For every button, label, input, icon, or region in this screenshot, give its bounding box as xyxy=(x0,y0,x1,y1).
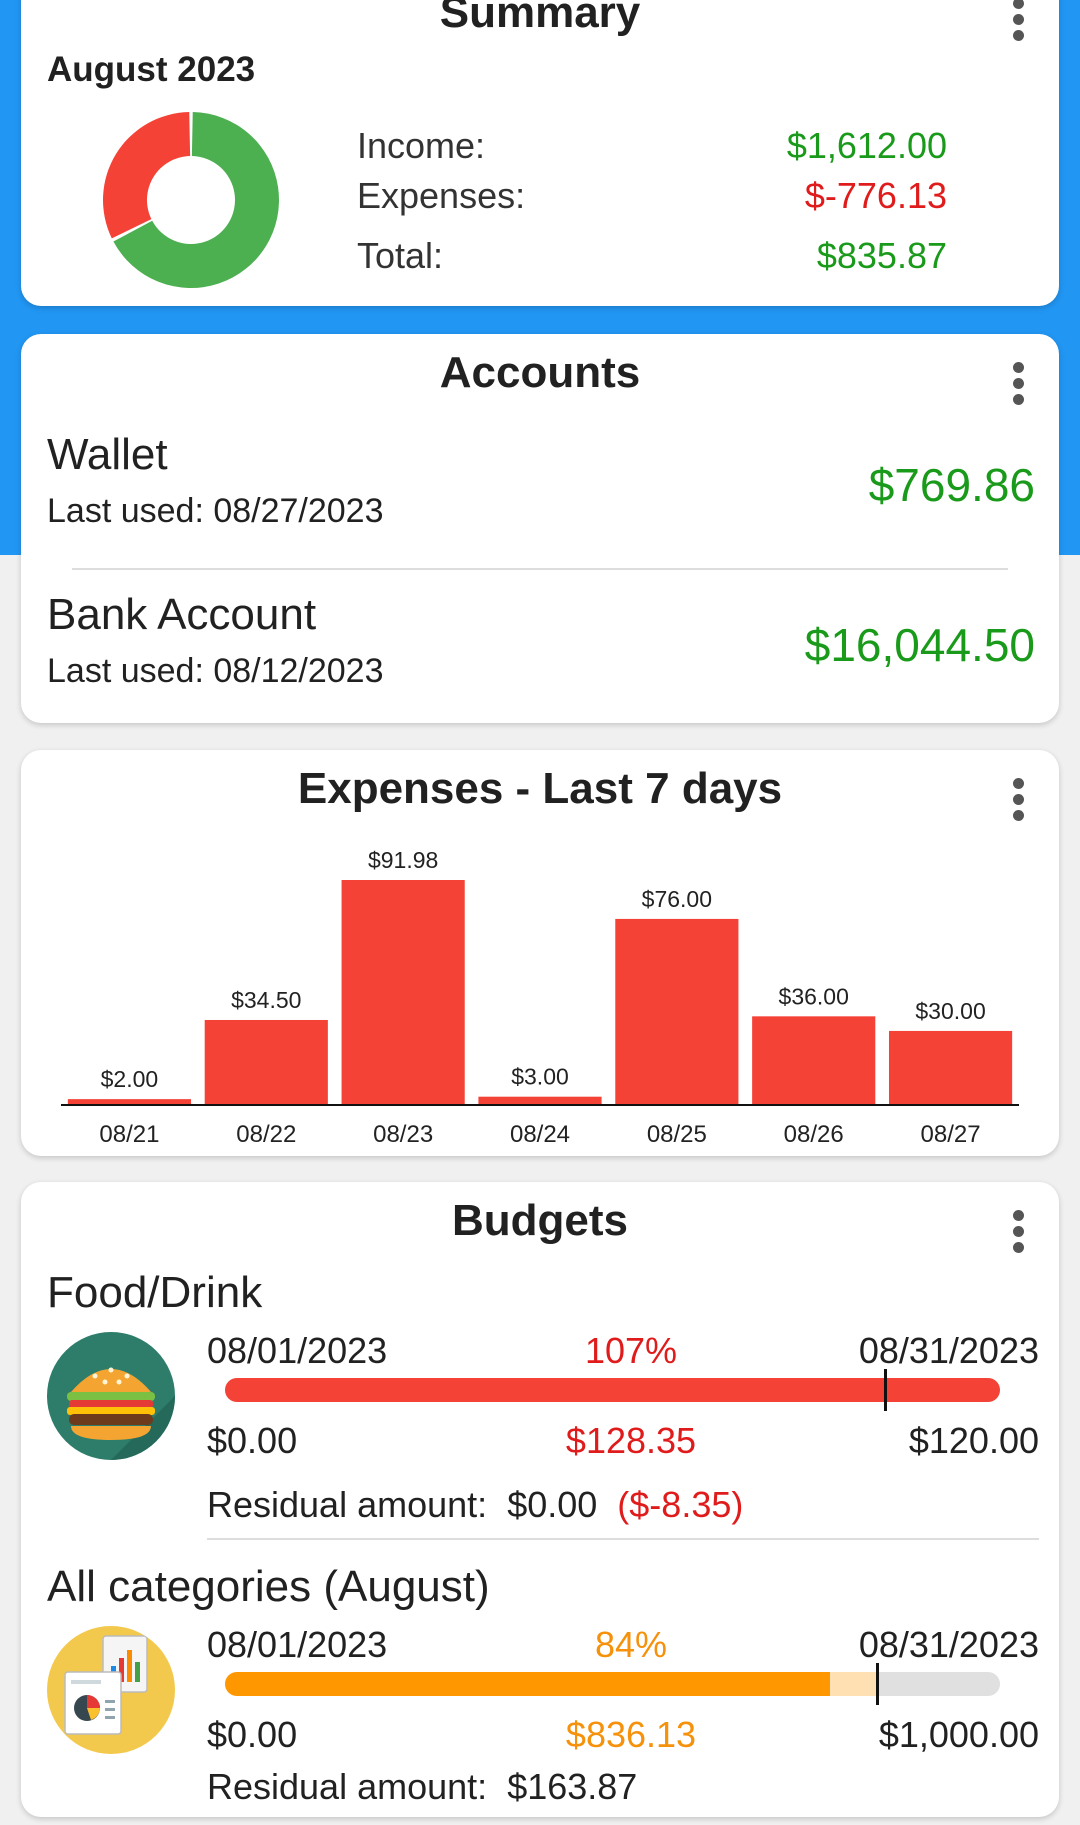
total-label: Total: xyxy=(357,235,444,276)
budget-spent: $836.13 xyxy=(565,1714,697,1755)
report-icon xyxy=(47,1626,175,1754)
summary-donut-chart xyxy=(102,112,279,288)
expenses-card[interactable]: Expenses - Last 7 days $2.00 08/21 $34.50 0… xyxy=(21,750,1059,1156)
bar-08/23 xyxy=(341,880,465,1104)
budget-residual: Residual amount: $163.87 xyxy=(207,1766,637,1808)
budget-divider xyxy=(207,1538,1039,1540)
budget-min: $0.00 xyxy=(207,1420,298,1461)
budget-start-date: 08/01/2023 xyxy=(207,1330,388,1371)
bar-value-label: $91.98 xyxy=(368,847,438,873)
bar-value-label: $2.00 xyxy=(101,1066,159,1092)
x-tick-label: 08/26 xyxy=(784,1121,844,1148)
bar-08/21 xyxy=(67,1099,192,1104)
bar-value-label: $30.00 xyxy=(915,998,985,1024)
bar-value-label: $3.00 xyxy=(511,1064,569,1090)
account-last-used: Last used: 08/27/2023 xyxy=(47,492,384,530)
x-tick-label: 08/22 xyxy=(236,1121,296,1148)
budgets-card: Budgets Food/Drink 08/01/2023 107% 08/31… xyxy=(21,1182,1059,1817)
account-name: Wallet xyxy=(47,430,168,479)
budget-name: All categories (August) xyxy=(47,1562,490,1611)
budget-percent: 107% xyxy=(584,1330,678,1371)
account-divider xyxy=(72,568,1008,570)
bar-08/24 xyxy=(478,1096,602,1104)
bar-08/25 xyxy=(615,918,739,1104)
accounts-menu-icon[interactable] xyxy=(1003,358,1033,408)
bar-08/26 xyxy=(752,1016,876,1104)
budget-today-marker xyxy=(876,1663,879,1705)
budget-max: $1,000.00 xyxy=(878,1714,1039,1755)
summary-menu-icon[interactable] xyxy=(1003,0,1033,44)
budget-start-date: 08/01/2023 xyxy=(207,1624,388,1665)
budget-limit-marker xyxy=(883,1369,887,1411)
account-name: Bank Account xyxy=(47,590,317,639)
budget-progress-bar xyxy=(225,1672,1000,1696)
budget-progress-fill xyxy=(225,1672,830,1696)
account-balance: $769.86 xyxy=(868,459,1035,511)
income-label: Income: xyxy=(357,125,486,166)
x-tick-label: 08/27 xyxy=(921,1121,981,1148)
donut-slice-expenses xyxy=(102,112,191,239)
bar-value-label: $76.00 xyxy=(642,886,712,912)
burger-icon xyxy=(47,1332,175,1460)
expenses-value: $-776.13 xyxy=(804,175,947,216)
residual-label: Residual amount: xyxy=(207,1484,488,1525)
expenses-label: Expenses: xyxy=(357,175,526,216)
bar-value-label: $34.50 xyxy=(231,987,301,1013)
residual-overspend: ($-8.35) xyxy=(617,1484,744,1525)
residual-value: $163.87 xyxy=(507,1766,638,1807)
accounts-title: Accounts xyxy=(439,348,641,397)
bar-08/22 xyxy=(204,1019,328,1104)
income-value: $1,612.00 xyxy=(786,125,947,166)
budget-percent: 84% xyxy=(594,1624,668,1665)
budget-max: $120.00 xyxy=(908,1420,1039,1461)
residual-label: Residual amount: xyxy=(207,1766,488,1807)
budget-end-date: 08/31/2023 xyxy=(858,1330,1039,1371)
summary-title: Summary xyxy=(439,0,641,37)
bar-08/27 xyxy=(888,1030,1013,1104)
bar-value-label: $36.00 xyxy=(779,983,849,1009)
expenses-bar-chart: $2.00 08/21 $34.50 08/22 $91.98 08/23 $3.00 08/… xyxy=(61,847,1019,1148)
x-tick-label: 08/25 xyxy=(647,1121,707,1148)
x-tick-label: 08/24 xyxy=(510,1121,570,1148)
account-last-used: Last used: 08/12/2023 xyxy=(47,652,384,690)
budgets-title: Budgets xyxy=(452,1196,628,1245)
budget-name: Food/Drink xyxy=(47,1268,263,1317)
budget-end-date: 08/31/2023 xyxy=(858,1624,1039,1665)
budgets-menu-icon[interactable] xyxy=(1003,1206,1033,1256)
x-tick-label: 08/23 xyxy=(373,1121,433,1148)
budget-residual: Residual amount: $0.00 ($-8.35) xyxy=(207,1484,743,1526)
accounts-card: Accounts Wallet Last used: 08/27/2023 $7… xyxy=(21,334,1059,723)
budget-spent: $128.35 xyxy=(565,1420,697,1461)
summary-card[interactable]: Summary August 2023 Income: $1,612.00 Ex… xyxy=(21,0,1059,306)
account-balance: $16,044.50 xyxy=(804,619,1035,671)
residual-value: $0.00 xyxy=(507,1484,598,1525)
total-value: $835.87 xyxy=(816,235,947,276)
x-tick-label: 08/21 xyxy=(99,1121,159,1148)
summary-month: August 2023 xyxy=(47,50,256,89)
budget-min: $0.00 xyxy=(207,1714,298,1755)
